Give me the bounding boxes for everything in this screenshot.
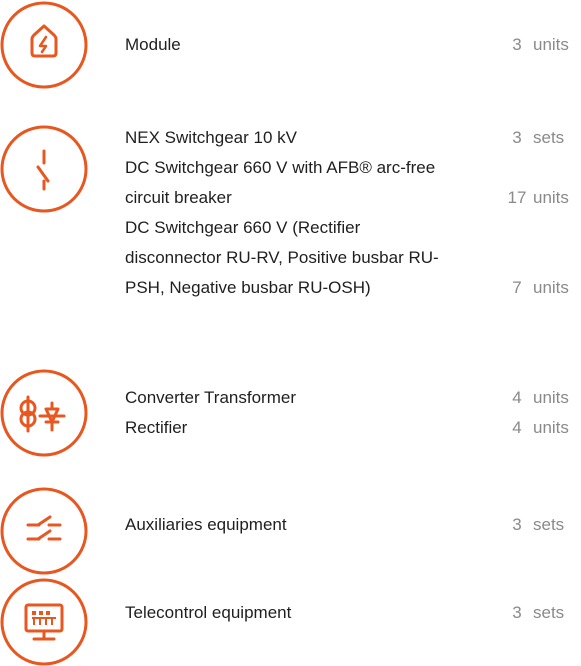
list-item-line: DC Switchgear 660 V (Rectifier [125, 213, 581, 243]
item-name: Telecontrol equipment [125, 603, 292, 622]
equipment-group-module: Module 3 units [125, 30, 581, 60]
item-quantity: 3 [512, 515, 522, 534]
item-quantity: 3 [512, 603, 522, 622]
item-name: Rectifier [125, 418, 188, 437]
item-quantity: 7 [512, 278, 522, 297]
item-name: Auxiliaries equipment [125, 515, 287, 534]
auxiliary-switches-icon [0, 487, 88, 575]
item-unit: units [533, 35, 569, 54]
item-quantity: 4 [512, 418, 522, 437]
list-item: Converter Transformer 4 units [125, 383, 581, 413]
item-name: DC Switchgear 660 V with AFB® arc-free [125, 158, 436, 177]
transformer-rectifier-icon [0, 369, 88, 457]
item-name: NEX Switchgear 10 kV [125, 128, 297, 147]
list-item: PSH, Negative busbar RU-OSH) 7 units [125, 273, 581, 303]
item-name: Converter Transformer [125, 388, 296, 407]
item-name: disconnector RU-RV, Positive busbar RU- [125, 248, 439, 267]
item-name: PSH, Negative busbar RU-OSH) [125, 278, 371, 297]
equipment-group-telecontrol: Telecontrol equipment 3 sets [125, 598, 581, 628]
list-item: Rectifier 4 units [125, 413, 581, 443]
equipment-group-switchgear: NEX Switchgear 10 kV 3 sets DC Switchgea… [125, 123, 581, 303]
list-item: Module 3 units [125, 30, 581, 60]
item-name: circuit breaker [125, 188, 232, 207]
monitor-icon [0, 578, 88, 666]
item-name: DC Switchgear 660 V (Rectifier [125, 218, 361, 237]
list-item: Telecontrol equipment 3 sets [125, 598, 581, 628]
house-lightning-icon [0, 1, 88, 89]
list-item: Auxiliaries equipment 3 sets [125, 510, 581, 540]
item-unit: units [533, 418, 569, 437]
list-item-line: DC Switchgear 660 V with AFB® arc-free [125, 153, 581, 183]
switch-icon [0, 125, 88, 213]
item-name: Module [125, 35, 181, 54]
item-quantity: 4 [512, 388, 522, 407]
item-quantity: 3 [512, 35, 522, 54]
equipment-group-auxiliaries: Auxiliaries equipment 3 sets [125, 510, 581, 540]
item-unit: sets [533, 603, 565, 622]
list-item-line: disconnector RU-RV, Positive busbar RU- [125, 243, 581, 273]
list-item: circuit breaker 17 units [125, 183, 581, 213]
item-unit: sets [533, 128, 565, 147]
equipment-group-converter: Converter Transformer 4 units Rectifier … [125, 383, 581, 443]
item-unit: units [533, 278, 569, 297]
item-quantity: 3 [512, 128, 522, 147]
item-unit: sets [533, 515, 565, 534]
list-item: NEX Switchgear 10 kV 3 sets [125, 123, 581, 153]
item-quantity: 17 [507, 188, 527, 207]
item-unit: units [533, 188, 569, 207]
item-unit: units [533, 388, 569, 407]
